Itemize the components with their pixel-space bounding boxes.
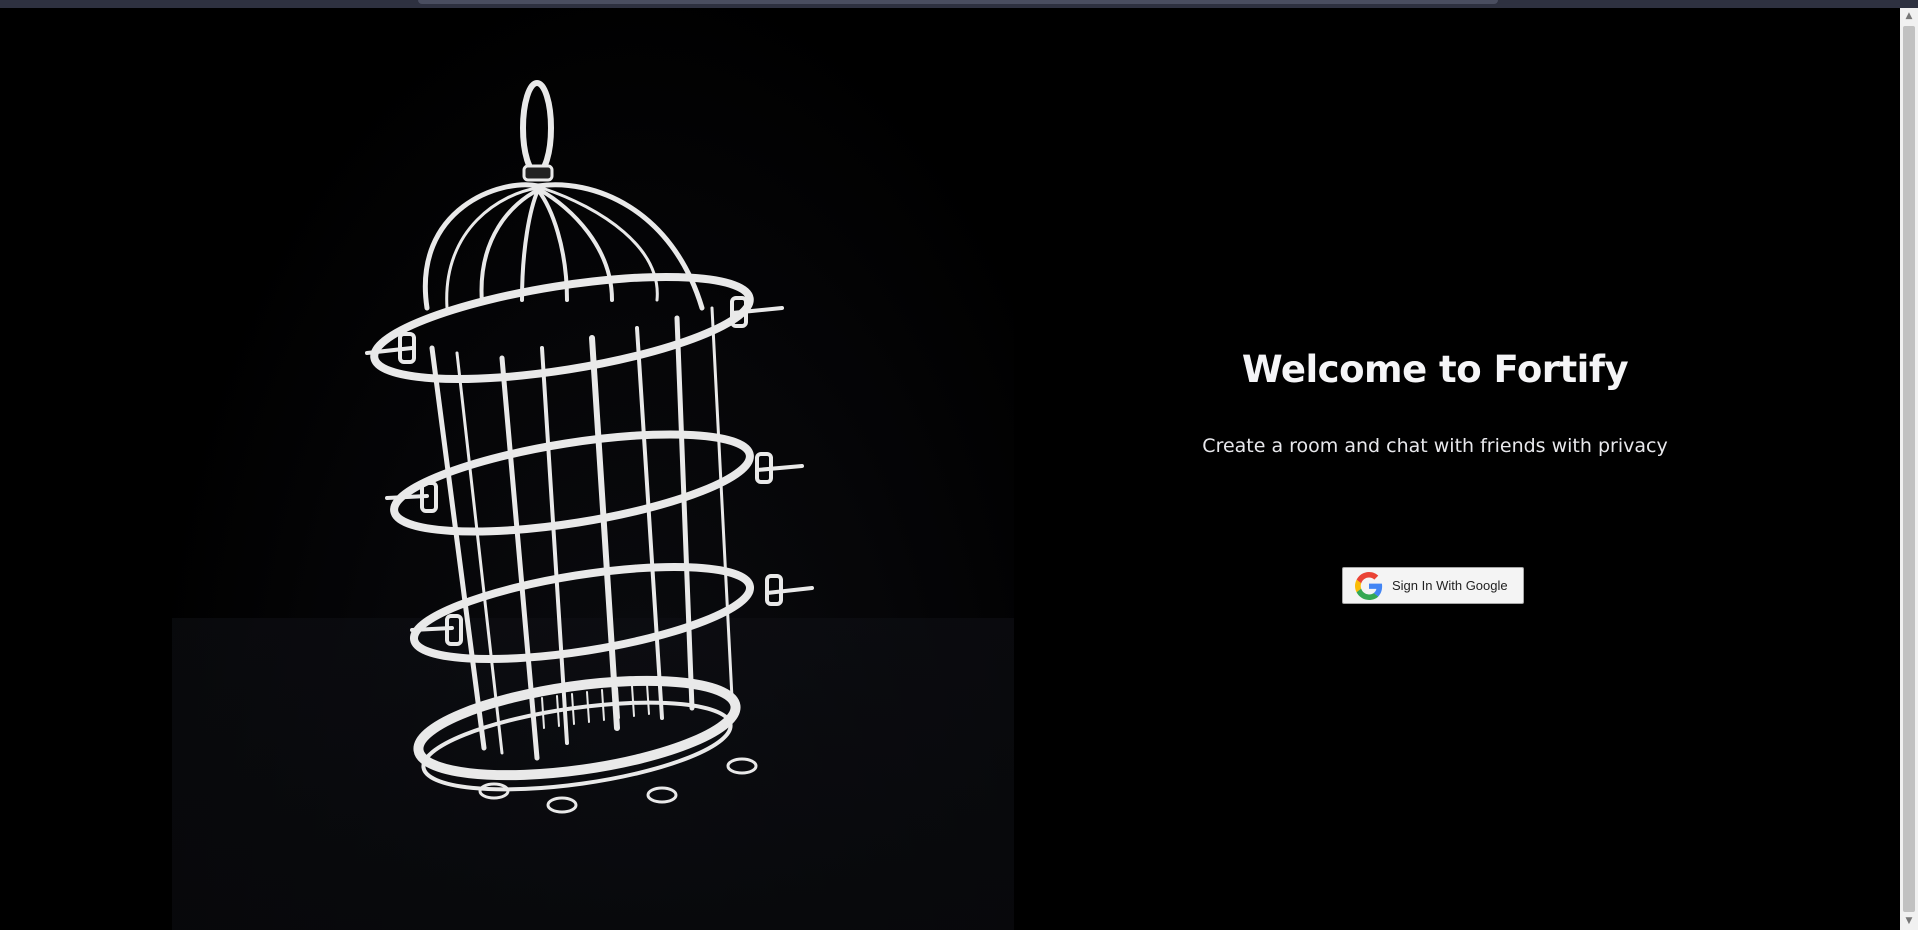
scroll-thumb[interactable]	[1903, 26, 1915, 912]
vertical-scrollbar[interactable]: ▲ ▼	[1900, 8, 1918, 930]
scroll-up-arrow-icon[interactable]: ▲	[1900, 8, 1918, 25]
google-g-icon	[1355, 571, 1383, 600]
scroll-down-arrow-icon[interactable]: ▼	[1900, 913, 1918, 930]
browser-top-strip	[0, 0, 1918, 8]
welcome-hero: Welcome to Fortify Create a room and cha…	[1080, 348, 1790, 457]
browser-tab-indicator	[418, 0, 1498, 4]
page-subtitle: Create a room and chat with friends with…	[1202, 435, 1668, 457]
cage-scene	[172, 8, 1014, 930]
birdcage-icon	[365, 80, 814, 814]
sign-in-label: Sign In With Google	[1392, 578, 1508, 593]
sign-in-with-google-button[interactable]: Sign In With Google	[1342, 567, 1524, 604]
page-title: Welcome to Fortify	[1241, 348, 1629, 391]
page-viewport: Welcome to Fortify Create a room and cha…	[0, 8, 1900, 930]
